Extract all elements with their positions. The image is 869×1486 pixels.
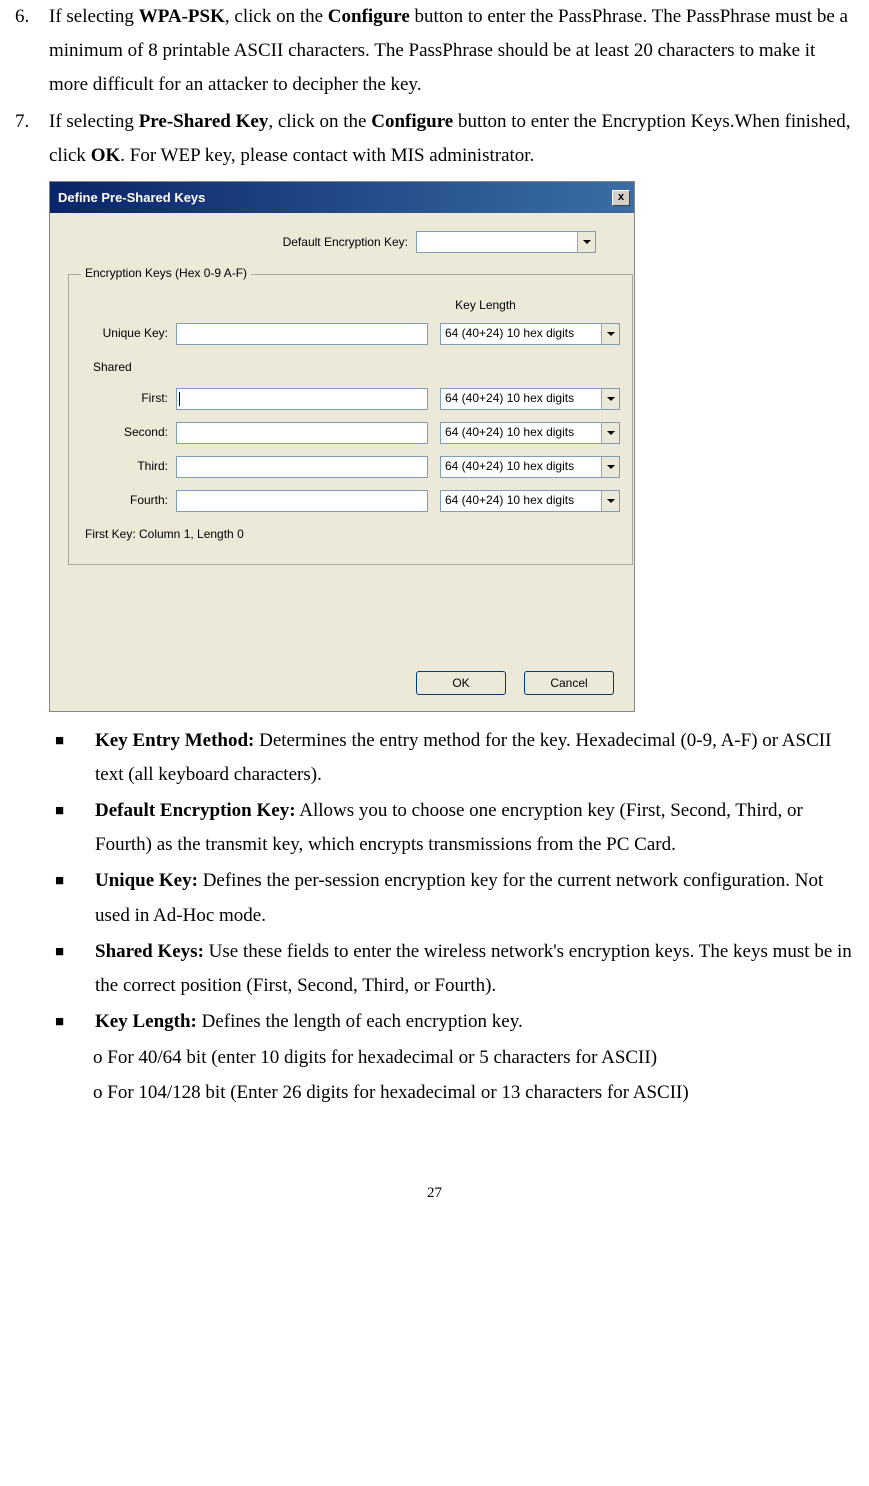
bullet-title: Key Length: [95,1011,197,1032]
square-bullet-icon: ■ [55,935,95,1003]
list-item-7: 7. If selecting Pre-Shared Key, click on… [15,105,854,173]
bullet-text: Use these fields to enter the wireless n… [95,941,852,996]
second-key-row: Second: 64 (40+24) 10 hex digits [81,422,620,444]
list-body: If selecting WPA-PSK, click on the Confi… [49,0,854,103]
sub-bullet-104128: o For 104/128 bit (Enter 26 digits for h… [93,1076,854,1110]
default-key-row: Default Encryption Key: [68,231,616,253]
configure-bold: Configure [371,111,453,132]
dropdown-value: 64 (40+24) 10 hex digits [441,323,601,345]
dialog-buttons: OK Cancel [50,657,634,711]
bullet-text: Defines the per-session encryption key f… [95,870,823,925]
keylength-header: Key Length [81,295,620,317]
chevron-down-icon[interactable] [601,491,619,511]
text: . For WEP key, please contact with MIS a… [120,145,534,166]
fourth-key-label: Fourth: [81,490,176,512]
fourth-key-row: Fourth: 64 (40+24) 10 hex digits [81,490,620,512]
bullet-body: Key Length: Defines the length of each e… [95,1005,854,1039]
third-key-label: Third: [81,456,176,478]
first-key-label: First: [81,388,176,410]
fourth-keylength-dropdown[interactable]: 64 (40+24) 10 hex digits [440,490,620,512]
fieldset-legend: Encryption Keys (Hex 0-9 A-F) [81,263,251,285]
default-key-dropdown[interactable] [416,231,596,253]
shared-header: Shared [93,357,620,379]
dialog-title: Define Pre-Shared Keys [58,186,205,209]
text: , click on the [225,6,328,27]
square-bullet-icon: ■ [55,864,95,932]
square-bullet-icon: ■ [55,1005,95,1039]
bullet-title: Shared Keys: [95,941,204,962]
chevron-down-icon[interactable] [601,324,619,344]
unique-keylength-dropdown[interactable]: 64 (40+24) 10 hex digits [440,323,620,345]
bullet-unique-key: ■ Unique Key: Defines the per-session en… [55,864,854,932]
bullet-title: Key Entry Method: [95,730,254,751]
bullet-body: Unique Key: Defines the per-session encr… [95,864,854,932]
chevron-down-icon[interactable] [577,232,595,252]
cancel-button[interactable]: Cancel [524,671,614,695]
dropdown-value: 64 (40+24) 10 hex digits [441,456,601,478]
first-key-input[interactable] [176,388,428,410]
dropdown-value: 64 (40+24) 10 hex digits [441,490,601,512]
first-key-row: First: 64 (40+24) 10 hex digits [81,388,620,410]
bullet-text: Defines the length of each encryption ke… [197,1011,523,1032]
third-key-row: Third: 64 (40+24) 10 hex digits [81,456,620,478]
third-key-input[interactable] [176,456,428,478]
dropdown-value: 64 (40+24) 10 hex digits [441,422,601,444]
unique-key-row: Unique Key: 64 (40+24) 10 hex digits [81,323,620,345]
chevron-down-icon[interactable] [601,389,619,409]
bullet-shared-keys: ■ Shared Keys: Use these fields to enter… [55,935,854,1003]
default-key-label: Default Encryption Key: [68,232,416,254]
bullet-key-length: ■ Key Length: Defines the length of each… [55,1005,854,1039]
bullet-default-encryption-key: ■ Default Encryption Key: Allows you to … [55,794,854,862]
unique-key-label: Unique Key: [81,323,176,345]
list-item-6: 6. If selecting WPA-PSK, click on the Co… [15,0,854,103]
text-caret [179,392,180,406]
bullet-title: Default Encryption Key: [95,800,296,821]
preshared-bold: Pre-Shared Key [139,111,269,132]
bullet-body: Default Encryption Key: Allows you to ch… [95,794,854,862]
fourth-key-input[interactable] [176,490,428,512]
second-key-label: Second: [81,422,176,444]
text: If selecting [49,6,139,27]
bullet-title: Unique Key: [95,870,198,891]
dropdown-value: 64 (40+24) 10 hex digits [441,388,601,410]
unique-key-input[interactable] [176,323,428,345]
second-key-input[interactable] [176,422,428,444]
bullet-key-entry-method: ■ Key Entry Method: Determines the entry… [55,724,854,792]
third-keylength-dropdown[interactable]: 64 (40+24) 10 hex digits [440,456,620,478]
second-keylength-dropdown[interactable]: 64 (40+24) 10 hex digits [440,422,620,444]
list-body: If selecting Pre-Shared Key, click on th… [49,105,854,173]
first-keylength-dropdown[interactable]: 64 (40+24) 10 hex digits [440,388,620,410]
encryption-keys-group: Encryption Keys (Hex 0-9 A-F) Key Length… [68,263,633,564]
page-number: 27 [15,1180,854,1207]
ok-button[interactable]: OK [416,671,506,695]
close-button[interactable]: x [612,190,630,206]
list-number: 7. [15,105,49,173]
text: If selecting [49,111,139,132]
list-number: 6. [15,0,49,103]
titlebar[interactable]: Define Pre-Shared Keys x [50,182,634,213]
ok-bold: OK [91,145,121,166]
chevron-down-icon[interactable] [601,423,619,443]
dialog-body: Default Encryption Key: Encryption Keys … [50,213,634,656]
bullet-body: Shared Keys: Use these fields to enter t… [95,935,854,1003]
sub-bullet-4064: o For 40/64 bit (enter 10 digits for hex… [93,1041,854,1075]
wpa-psk-bold: WPA-PSK [139,6,225,27]
square-bullet-icon: ■ [55,724,95,792]
configure-bold: Configure [328,6,410,27]
bullet-body: Key Entry Method: Determines the entry m… [95,724,854,792]
key-status-text: First Key: Column 1, Length 0 [81,524,620,546]
square-bullet-icon: ■ [55,794,95,862]
chevron-down-icon[interactable] [601,457,619,477]
close-icon: x [618,191,624,203]
text: , click on the [268,111,371,132]
define-keys-dialog: Define Pre-Shared Keys x Default Encrypt… [49,181,635,712]
